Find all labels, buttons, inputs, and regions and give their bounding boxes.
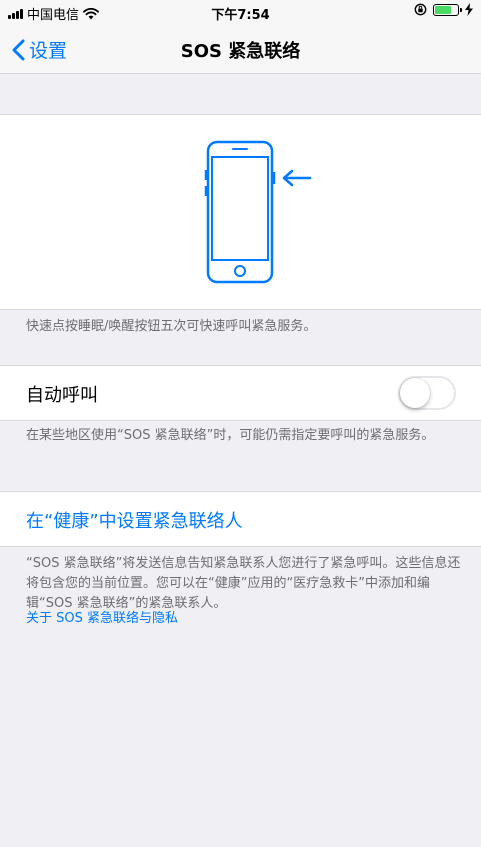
navigation-bar: 设置 SOS 紧急联络 — [0, 24, 481, 74]
auto-call-toggle[interactable] — [398, 376, 456, 410]
auto-call-label: 自动呼叫 — [26, 385, 98, 406]
auto-call-row: 自动呼叫 — [0, 365, 481, 421]
toggle-knob — [400, 378, 430, 408]
status-time: 下午7:54 — [211, 8, 270, 23]
privacy-link[interactable]: 关于 SOS 紧急联络与隐私 — [26, 609, 178, 629]
page-title: SOS 紧急联络 — [180, 41, 301, 62]
illustration-caption: 快速点按睡眠/唤醒按钮五次可快速呼叫紧急服务。 — [26, 319, 317, 334]
battery-icon — [433, 3, 462, 16]
health-link-row[interactable]: 在“健康”中设置紧急联络人 — [0, 491, 481, 547]
auto-call-footer: 在某些地区使用“SOS 紧急联络”时，可能仍需指定要呼叫的紧急服务。 — [26, 428, 435, 443]
status-right — [414, 3, 473, 16]
status-bar: 中国电信 下午7:54 — [0, 0, 481, 24]
health-setup-link[interactable]: 在“健康”中设置紧急联络人 — [26, 507, 243, 533]
charging-bolt-icon — [465, 3, 473, 16]
iphone-side-button-icon — [204, 140, 312, 284]
health-footer: “SOS 紧急联络”将发送信息告知紧急联系人您进行了紧急呼叫。这些信息还将包含您… — [26, 556, 461, 611]
battery-level — [435, 5, 451, 14]
illustration-section — [0, 114, 481, 310]
orientation-lock-icon — [414, 3, 427, 16]
